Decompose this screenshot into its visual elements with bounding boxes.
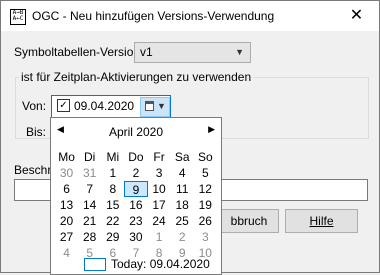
calendar-day[interactable]: 28 [78,229,101,245]
calendar-day[interactable]: 30 [124,229,147,245]
today-marker [84,258,106,271]
calendar-day[interactable]: 13 [55,197,78,213]
next-month-icon[interactable]: ▶ [208,124,215,135]
calendar-day-other-month[interactable]: 4 [55,245,78,261]
symbol-table-value: v1 [140,45,153,59]
symbol-table-select[interactable]: v1 ▼ [134,42,251,63]
calendar-day[interactable]: 29 [101,229,124,245]
chevron-down-icon: ▼ [235,47,244,57]
calendar-day[interactable]: 2 [124,165,147,181]
help-label: Hilfe [309,214,334,228]
calendar-day[interactable]: 8 [101,181,124,197]
calendar-day[interactable]: 9 [124,181,148,197]
calendar-day[interactable]: 3 [148,165,171,181]
calendar-day[interactable]: 17 [148,197,171,213]
weekday-label: So [197,150,213,164]
calendar-day-other-month[interactable]: 1 [148,229,171,245]
calendar-day-other-month[interactable]: 30 [55,165,78,181]
calendar-day[interactable]: 18 [171,197,194,213]
weekday-label: Do [128,150,144,164]
calendar-day[interactable]: 7 [78,181,101,197]
von-date-value: 09.04.2020 [74,99,135,113]
weekday-label: Mo [58,150,75,164]
calendar-day[interactable]: 21 [78,213,101,229]
von-checkbox[interactable]: ✓ [57,99,70,112]
calendar-day[interactable]: 19 [194,197,217,213]
calendar-popup: ◀ April 2020 ▶ Mo Di Mi Do Fr Sa So 30 31… [50,117,222,275]
weekday-row: Mo Di Mi Do Fr Sa So [55,149,217,165]
calendar-day[interactable]: 20 [55,213,78,229]
app-icon: A→B A←C [10,9,26,25]
weekday-label: Fr [153,150,165,164]
von-label: Von: [22,99,47,113]
calendar-day[interactable]: 14 [78,197,101,213]
calendar-day-other-month[interactable]: 3 [194,229,217,245]
calendar-dropdown-button[interactable]: ▼ [140,97,170,117]
calendar-day-other-month[interactable]: 2 [171,229,194,245]
calendar-week-row: 13 14 15 16 17 18 19 [55,197,217,213]
title-bar: A→B A←C OGC - Neu hinzufügen Versions-Ver… [1,1,379,31]
calendar-week-row: 6 7 8 9 10 11 12 [55,181,217,197]
schedule-group-title: ist für Zeitplan-Aktivierungen zu verwen… [19,70,254,84]
calendar-day-other-month[interactable]: 31 [78,165,101,181]
calendar-week-row: 30 31 1 2 3 4 5 [55,165,217,181]
weekday-label: Di [84,150,96,164]
calendar-icon [145,101,154,111]
calendar-day[interactable]: 1 [101,165,124,181]
calendar-day[interactable]: 11 [171,181,194,197]
von-date-picker[interactable]: ✓ 09.04.2020 ▼ [51,95,171,118]
calendar-day[interactable]: 27 [55,229,78,245]
bis-label: Bis: [26,125,47,139]
weekday-label: Mi [106,150,120,164]
calendar-grid: Mo Di Mi Do Fr Sa So 30 31 1 2 3 4 5 6 7 8 9 10 11 12… [55,149,217,261]
cancel-label: bbruch [230,214,268,228]
calendar-day[interactable]: 12 [194,181,217,197]
chevron-down-icon: ▼ [157,101,166,111]
calendar-week-row: 27 28 29 30 1 2 3 [55,229,217,245]
close-button[interactable]: ✕ [334,1,379,31]
calendar-day[interactable]: 6 [55,181,78,197]
symbol-table-label: Symboltabellen-Version: [14,45,144,59]
calendar-day[interactable]: 10 [148,181,171,197]
calendar-day[interactable]: 25 [171,213,194,229]
calendar-day[interactable]: 26 [194,213,217,229]
calendar-day[interactable]: 15 [101,197,124,213]
calendar-week-row: 20 21 22 23 24 25 26 [55,213,217,229]
window-title: OGC - Neu hinzufügen Versions-Verwendung [32,9,275,23]
dialog-window: A→B A←C OGC - Neu hinzufügen Versions-Ver… [0,0,380,275]
calendar-day[interactable]: 22 [101,213,124,229]
calendar-month-title[interactable]: April 2020 [51,125,221,139]
calendar-day[interactable]: 24 [148,213,171,229]
calendar-day[interactable]: 16 [124,197,147,213]
calendar-day[interactable]: 4 [171,165,194,181]
calendar-day[interactable]: 5 [194,165,217,181]
help-button[interactable]: Hilfe [285,209,358,233]
today-text: Today: 09.04.2020 [111,257,210,271]
calendar-day[interactable]: 23 [124,213,147,229]
weekday-label: Sa [174,150,190,164]
